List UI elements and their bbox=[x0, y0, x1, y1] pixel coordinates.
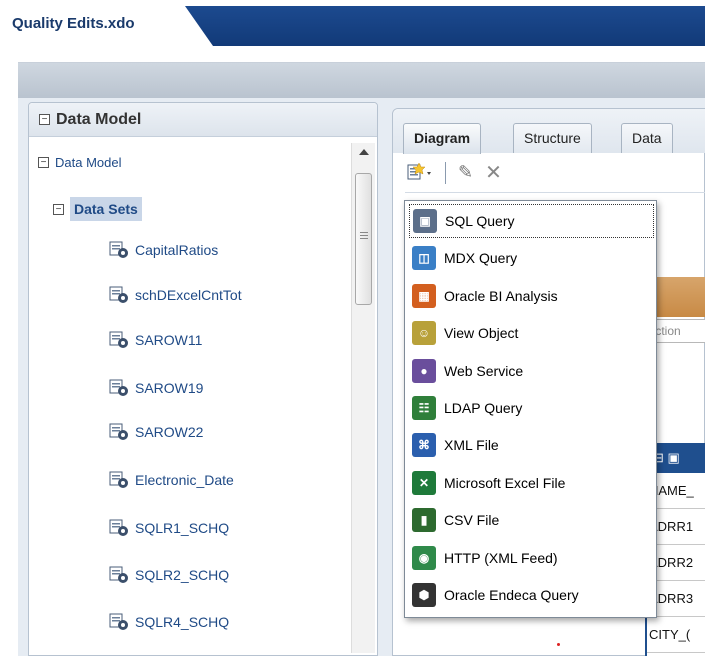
document-tab[interactable]: Quality Edits.xdo bbox=[0, 0, 200, 46]
xml-file-icon: ⌘ bbox=[412, 433, 436, 458]
menu-item-label: LDAP Query bbox=[444, 400, 523, 416]
data-set-label: SQLR1_SCHQ bbox=[135, 520, 230, 536]
data-set-label: schDExcelCntTot bbox=[135, 287, 242, 303]
menu-item-label: HTTP (XML Feed) bbox=[444, 549, 558, 566]
menu-item-label: MDX Query bbox=[444, 250, 518, 267]
data-set-label: SAROW22 bbox=[135, 424, 204, 440]
canvas-marker bbox=[557, 643, 560, 646]
menu-item-microsoft-excel-file[interactable]: ✕ Microsoft Excel File bbox=[409, 466, 654, 500]
menu-item-label: XML File bbox=[444, 437, 499, 454]
data-set-item[interactable]: CapitalRatios bbox=[109, 241, 218, 259]
menu-item-oracle-bi-analysis[interactable]: ▦ Oracle BI Analysis bbox=[409, 279, 654, 313]
tab-bar: Diagram Structure Data bbox=[393, 109, 705, 154]
menu-item-label: Oracle Endeca Query bbox=[444, 587, 579, 603]
ldap-query-icon: ☷ bbox=[412, 396, 436, 420]
collapse-icon[interactable]: − bbox=[53, 203, 64, 215]
menu-item-sql-query[interactable]: ▣ SQL Query bbox=[409, 204, 654, 238]
document-header: Quality Edits.xdo bbox=[0, 0, 705, 46]
sql-data-set-icon bbox=[109, 379, 129, 397]
sql-data-set-icon bbox=[109, 241, 129, 259]
scroll-up-icon[interactable] bbox=[359, 149, 369, 155]
entity-field[interactable]: CITY_( bbox=[647, 617, 705, 653]
tree-scrollbar[interactable] bbox=[351, 143, 375, 653]
collapse-icon[interactable]: − bbox=[39, 114, 50, 125]
tab-data[interactable]: Data bbox=[621, 123, 673, 153]
oracle-bi-analysis-icon: ▦ bbox=[412, 283, 436, 308]
menu-item-csv-file[interactable]: ▮ CSV File bbox=[409, 503, 654, 537]
sql-data-set-icon bbox=[109, 519, 129, 537]
menu-item-label: Oracle BI Analysis bbox=[444, 287, 558, 304]
data-set-icon: ▣ bbox=[667, 450, 680, 465]
panel-title: Data Model bbox=[56, 110, 142, 128]
menu-item-http-xml-feed[interactable]: ◉ HTTP (XML Feed) bbox=[409, 541, 654, 575]
csv-file-icon: ▮ bbox=[412, 508, 436, 533]
data-set-item[interactable]: Electronic_Date bbox=[109, 471, 234, 489]
menu-item-label: CSV File bbox=[444, 512, 500, 529]
data-set-label: SQLR4_SCHQ bbox=[135, 614, 230, 630]
oracle-endeca-query-icon: ⬢ bbox=[412, 583, 436, 607]
data-set-label: CapitalRatios bbox=[135, 242, 219, 258]
sql-data-set-icon bbox=[109, 471, 129, 489]
http-xml-feed-icon: ◉ bbox=[412, 545, 436, 570]
view-object-icon: ☺ bbox=[412, 321, 436, 346]
sql-data-set-icon bbox=[109, 331, 129, 349]
menu-item-mdx-query[interactable]: ◫ MDX Query bbox=[409, 241, 654, 275]
menu-item-view-object[interactable]: ☺ View Object bbox=[409, 316, 654, 350]
data-set-label: SQLR2_SCHQ bbox=[135, 567, 230, 583]
delete-icon[interactable]: ✕ bbox=[485, 160, 502, 185]
mdx-query-icon: ◫ bbox=[412, 246, 436, 271]
sql-data-set-icon bbox=[109, 423, 129, 441]
data-set-item[interactable]: schDExcelCntTot bbox=[109, 286, 242, 304]
data-set-item[interactable]: SQLR1_SCHQ bbox=[109, 519, 229, 537]
tab-diagram[interactable]: Diagram bbox=[403, 123, 482, 154]
header-banner bbox=[185, 6, 705, 46]
data-set-item[interactable]: SAROW11 bbox=[109, 331, 202, 349]
data-set-label: SAROW11 bbox=[135, 332, 203, 348]
menu-item-label: SQL Query bbox=[445, 213, 515, 229]
edit-pencil-icon[interactable]: ✎ bbox=[458, 162, 473, 183]
data-model-panel-header[interactable]: − Data Model bbox=[29, 103, 377, 137]
menu-item-label: Web Service bbox=[444, 362, 524, 379]
menu-item-web-service[interactable]: ● Web Service bbox=[409, 354, 654, 388]
data-sets-label: Data Sets bbox=[70, 197, 142, 221]
scroll-grip-icon bbox=[360, 232, 368, 240]
document-title: Quality Edits.xdo bbox=[12, 15, 135, 32]
sql-data-set-icon bbox=[109, 566, 129, 584]
menu-item-xml-file[interactable]: ⌘ XML File bbox=[409, 428, 654, 462]
sql-data-set-icon bbox=[109, 613, 129, 631]
tree-root[interactable]: − Data Model bbox=[38, 155, 121, 170]
data-sets-node[interactable]: − Data Sets bbox=[53, 197, 142, 221]
toolbar-strip bbox=[18, 62, 705, 98]
toolbar-separator bbox=[445, 161, 446, 184]
diagram-toolbar: ✎ ✕ bbox=[405, 153, 705, 193]
menu-item-oracle-endeca-query[interactable]: ⬢ Oracle Endeca Query bbox=[409, 578, 654, 612]
scroll-thumb[interactable] bbox=[355, 173, 372, 305]
new-data-set-icon[interactable] bbox=[405, 161, 433, 184]
menu-item-label: Microsoft Excel File bbox=[444, 474, 566, 491]
data-set-label: SAROW19 bbox=[135, 380, 204, 396]
sql-query-icon: ▣ bbox=[413, 209, 437, 233]
tree-root-label: Data Model bbox=[55, 155, 122, 170]
data-model-panel: − Data Model − Data Model − Data Sets Ca… bbox=[28, 102, 378, 656]
web-service-icon: ● bbox=[412, 358, 436, 383]
data-set-label: Electronic_Date bbox=[135, 472, 234, 488]
collapse-icon[interactable]: − bbox=[38, 157, 49, 168]
menu-item-label: View Object bbox=[444, 325, 519, 342]
sql-data-set-icon bbox=[109, 286, 129, 304]
data-set-item[interactable]: SAROW19 bbox=[109, 379, 203, 397]
data-set-item[interactable]: SQLR2_SCHQ bbox=[109, 566, 229, 584]
menu-item-ldap-query[interactable]: ☷ LDAP Query bbox=[409, 391, 654, 425]
data-set-item[interactable]: SAROW22 bbox=[109, 423, 203, 441]
data-model-tree: − Data Model − Data Sets CapitalRatios sc… bbox=[29, 139, 347, 655]
excel-file-icon: ✕ bbox=[412, 470, 436, 495]
data-set-item[interactable]: SQLR4_SCHQ bbox=[109, 613, 229, 631]
tab-structure[interactable]: Structure bbox=[513, 123, 592, 153]
new-data-set-menu: ▣ SQL Query ◫ MDX Query ▦ Oracle BI Analysis ☺… bbox=[404, 200, 657, 618]
